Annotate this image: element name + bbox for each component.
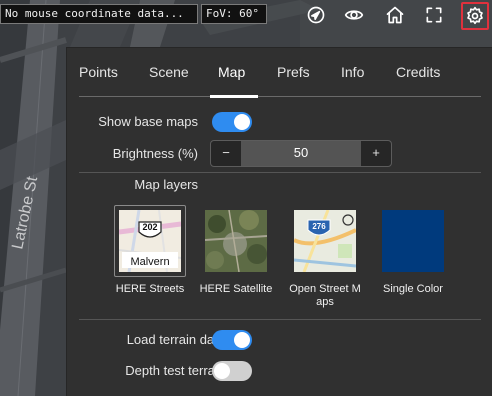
load-terrain-label: Load terrain data bbox=[126, 332, 225, 347]
section-divider bbox=[79, 172, 481, 173]
map-layer-single-color[interactable]: Single Color bbox=[376, 205, 450, 296]
section-divider bbox=[79, 319, 481, 320]
depth-test-terrain-label: Depth test terrain bbox=[125, 363, 225, 378]
satellite-preview bbox=[205, 210, 267, 272]
navigate-icon bbox=[307, 6, 325, 24]
show-base-maps-toggle[interactable] bbox=[212, 112, 252, 132]
fullscreen-icon bbox=[426, 7, 442, 23]
osm-preview: 276 bbox=[294, 210, 356, 272]
load-terrain-toggle[interactable] bbox=[212, 330, 252, 350]
here-satellite-thumbnail bbox=[205, 210, 267, 272]
route-badge-text: 276 bbox=[312, 222, 326, 231]
single-color-swatch bbox=[382, 210, 444, 272]
settings-panel: Points Scene Map Prefs Info Credits Show… bbox=[66, 47, 492, 396]
settings-tabs: Points Scene Map Prefs Info Credits bbox=[79, 63, 481, 100]
brightness-decrease-button[interactable]: − bbox=[211, 141, 241, 166]
fov-readout: FoV: 60° bbox=[201, 4, 267, 24]
map-layer-open-street-maps[interactable]: 276 Open Street Maps bbox=[288, 205, 362, 309]
toggle-knob bbox=[214, 363, 230, 379]
visibility-button[interactable] bbox=[342, 3, 366, 27]
thumb-place-label: Malvern bbox=[130, 256, 169, 268]
map-layer-label: HERE Satellite bbox=[199, 283, 273, 295]
tab-divider bbox=[79, 96, 481, 97]
gear-icon bbox=[467, 6, 483, 25]
map-layer-label: Single Color bbox=[383, 283, 443, 295]
route-badge-text: 202 bbox=[142, 222, 157, 232]
show-base-maps-label: Show base maps bbox=[98, 114, 198, 129]
mouse-coordinate-readout: No mouse coordinate data... bbox=[0, 4, 198, 24]
map-layers-heading: Map layers bbox=[134, 177, 198, 192]
brightness-value[interactable]: 50 bbox=[241, 141, 361, 166]
settings-button[interactable] bbox=[461, 2, 489, 30]
map-layer-here-streets[interactable]: 202 Malvern HERE Streets bbox=[113, 205, 187, 296]
brightness-label: Brightness (%) bbox=[112, 146, 198, 161]
tab-map[interactable]: Map bbox=[218, 63, 245, 81]
eye-icon bbox=[344, 10, 364, 20]
tab-prefs[interactable]: Prefs bbox=[277, 63, 310, 81]
tab-scene[interactable]: Scene bbox=[149, 63, 189, 81]
brightness-stepper: − 50 + bbox=[210, 140, 392, 167]
navigate-button[interactable] bbox=[304, 3, 328, 27]
map-layer-here-satellite[interactable]: HERE Satellite bbox=[199, 205, 273, 296]
home-button[interactable] bbox=[383, 3, 407, 27]
active-tab-indicator bbox=[210, 95, 258, 98]
tab-credits[interactable]: Credits bbox=[396, 63, 440, 81]
toggle-knob bbox=[234, 114, 250, 130]
fullscreen-button[interactable] bbox=[422, 3, 446, 27]
here-streets-thumbnail: 202 Malvern bbox=[119, 210, 181, 272]
depth-test-terrain-toggle[interactable] bbox=[212, 361, 252, 381]
tab-points[interactable]: Points bbox=[79, 63, 118, 81]
brightness-increase-button[interactable]: + bbox=[361, 141, 391, 166]
home-icon bbox=[386, 6, 404, 24]
map-layer-label: HERE Streets bbox=[115, 283, 185, 295]
map-layer-label: Open Street Maps bbox=[289, 283, 361, 308]
toggle-knob bbox=[234, 332, 250, 348]
street-map-preview: 202 Malvern bbox=[119, 210, 181, 272]
open-street-maps-thumbnail: 276 bbox=[294, 210, 356, 272]
tab-info[interactable]: Info bbox=[341, 63, 364, 81]
